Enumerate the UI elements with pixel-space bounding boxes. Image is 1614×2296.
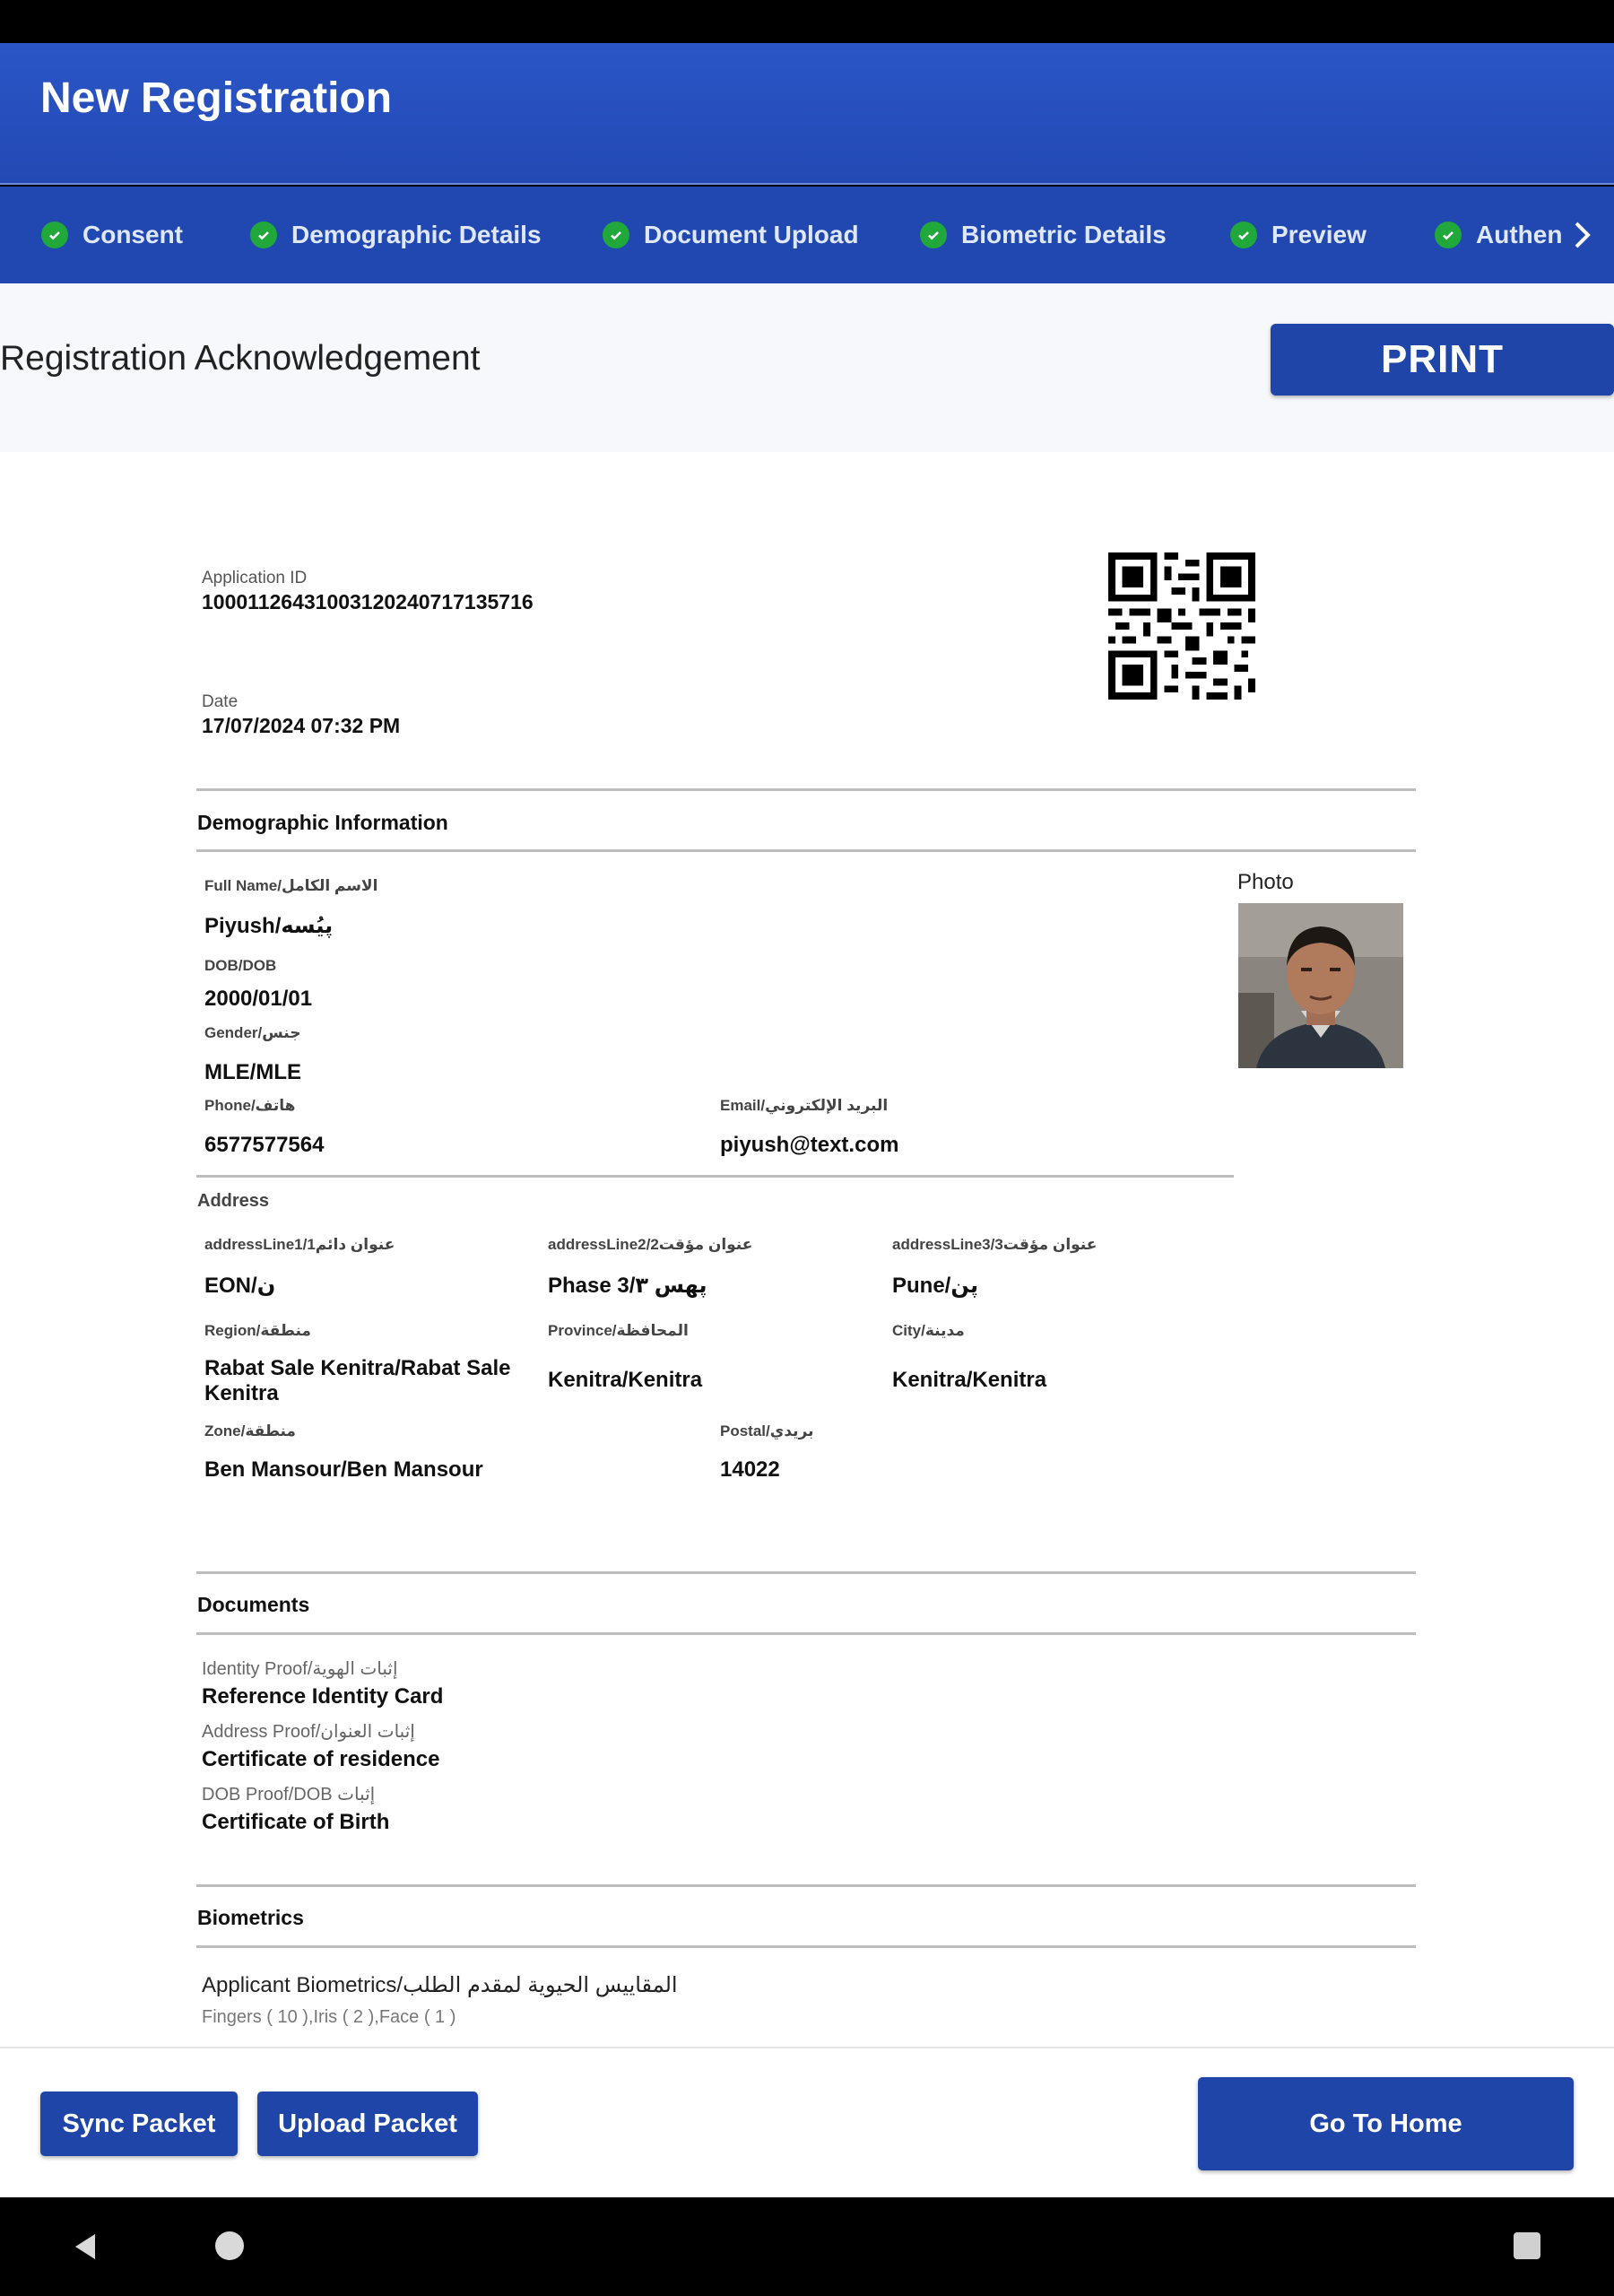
address-line2-value: Phase 3/پهس ۳ — [548, 1274, 707, 1298]
full-name-value: Piyush/پیُسه — [204, 914, 334, 938]
check-circle-icon — [250, 222, 277, 248]
photo-label: Photo — [1237, 870, 1294, 894]
region-value: Rabat Sale Kenitra/Rabat Sale Kenitra — [204, 1356, 511, 1405]
phone-value: 6577577564 — [204, 1133, 325, 1157]
divider — [196, 1632, 1416, 1635]
region-label: Region/منطقة — [204, 1322, 311, 1339]
registration-stepper: Consent Demographic Details Document Upl… — [0, 187, 1614, 283]
applicant-biometrics-label: Applicant Biometrics/المقاييس الحيوية لم… — [202, 1973, 678, 1997]
applicant-photo — [1238, 903, 1403, 1068]
step-label: Consent — [82, 221, 183, 248]
acknowledgement-document: Application ID 1000112643100312024071713… — [0, 452, 1614, 2047]
divider — [196, 788, 1416, 791]
divider — [196, 1884, 1416, 1887]
home-icon[interactable] — [215, 2231, 244, 2260]
application-id-value: 10001126431003120240717135716 — [202, 590, 534, 613]
gender-value: MLE/MLE — [204, 1060, 301, 1084]
divider — [196, 849, 1416, 852]
step-label: Demographic Details — [291, 221, 542, 248]
check-circle-icon — [1435, 222, 1462, 248]
province-label: Province/المحافظة — [548, 1322, 689, 1339]
dob-proof-label: DOB Proof/DOB إثبات — [202, 1785, 376, 1805]
step-label: Biometric Details — [961, 221, 1167, 248]
divider — [196, 1571, 1416, 1574]
check-circle-icon — [1230, 222, 1257, 248]
sync-packet-button[interactable]: Sync Packet — [40, 2092, 238, 2156]
dob-proof-value: Certificate of Birth — [202, 1810, 390, 1834]
action-bar: Sync Packet Upload Packet Go To Home — [0, 2047, 1614, 2197]
step-label: Preview — [1271, 221, 1367, 248]
acknowledgement-title: Registration Acknowledgement — [0, 339, 481, 378]
identity-proof-label: Identity Proof/إثبات الهوية — [202, 1659, 398, 1679]
acknowledgement-bar: Registration Acknowledgement PRINT — [0, 283, 1614, 452]
go-to-home-button[interactable]: Go To Home — [1198, 2077, 1574, 2170]
check-circle-icon — [603, 222, 629, 248]
divider — [196, 1175, 1234, 1178]
zone-value: Ben Mansour/Ben Mansour — [204, 1457, 483, 1482]
step-label: Document Upload — [644, 221, 859, 248]
postal-value: 14022 — [720, 1457, 780, 1482]
zone-label: Zone/منطقة — [204, 1422, 296, 1439]
city-label: City/مدينة — [892, 1322, 965, 1339]
print-button[interactable]: PRINT — [1271, 324, 1614, 396]
system-navigation-bar — [0, 2197, 1614, 2296]
step-preview[interactable]: Preview — [1230, 187, 1367, 283]
app-header: New Registration — [0, 43, 1614, 185]
step-demographic-details[interactable]: Demographic Details — [250, 187, 542, 283]
address-line2-label: addressLine2/2عنوان مؤقت — [548, 1236, 753, 1253]
gender-label: Gender/جنس — [204, 1024, 301, 1041]
dob-value: 2000/01/01 — [204, 987, 313, 1011]
qr-code — [1108, 552, 1255, 700]
address-line1-label: addressLine1/1عنوان دائم — [204, 1236, 395, 1253]
full-name-label: Full Name/الاسم الكامل — [204, 877, 378, 894]
step-label: Authent — [1476, 221, 1571, 248]
check-circle-icon — [920, 222, 947, 248]
documents-section-title: Documents — [197, 1593, 310, 1616]
address-section-title: Address — [197, 1191, 270, 1211]
email-value: piyush@text.com — [720, 1133, 899, 1157]
recents-icon[interactable] — [1514, 2232, 1540, 2259]
demographic-section-title: Demographic Information — [197, 811, 448, 834]
dob-label: DOB/DOB — [204, 957, 277, 974]
date-value: 17/07/2024 07:32 PM — [202, 714, 401, 737]
address-line3-value: Pune/پن — [892, 1274, 978, 1298]
phone-label: Phone/هاتف — [204, 1097, 296, 1114]
upload-packet-button[interactable]: Upload Packet — [257, 2092, 478, 2156]
check-circle-icon — [41, 222, 68, 248]
identity-proof-value: Reference Identity Card — [202, 1684, 444, 1709]
step-biometric-details[interactable]: Biometric Details — [920, 187, 1167, 283]
chevron-right-icon[interactable] — [1562, 213, 1601, 257]
step-document-upload[interactable]: Document Upload — [603, 187, 859, 283]
date-label: Date — [202, 692, 239, 711]
address-line3-label: addressLine3/3عنوان مؤقت — [892, 1236, 1098, 1253]
email-label: Email/البريد الإلكتروني — [720, 1097, 889, 1114]
page-title: New Registration — [40, 74, 393, 122]
address-proof-label: Address Proof/إثبات العنوان — [202, 1722, 415, 1742]
biometrics-section-title: Biometrics — [197, 1906, 304, 1929]
address-line1-value: EON/ن — [204, 1274, 276, 1298]
divider — [196, 1945, 1416, 1948]
address-proof-value: Certificate of residence — [202, 1747, 440, 1771]
postal-label: Postal/بريدي — [720, 1422, 814, 1439]
application-id-label: Application ID — [202, 569, 308, 587]
back-icon[interactable] — [70, 2231, 100, 2266]
step-authentication[interactable]: Authent — [1435, 187, 1571, 283]
city-value: Kenitra/Kenitra — [892, 1368, 1047, 1392]
biometrics-summary: Fingers ( 10 ),Iris ( 2 ),Face ( 1 ) — [202, 2007, 456, 2027]
province-value: Kenitra/Kenitra — [548, 1368, 703, 1392]
status-bar — [0, 0, 1614, 43]
step-consent[interactable]: Consent — [41, 187, 183, 283]
